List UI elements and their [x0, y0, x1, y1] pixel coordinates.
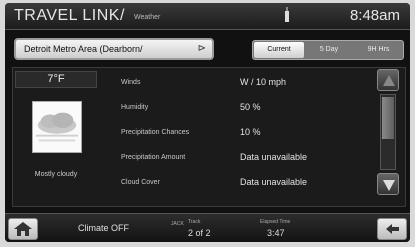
detail-value: 50 %: [240, 102, 261, 112]
track-label: Track: [188, 219, 201, 225]
clock: 8:48am: [349, 7, 400, 24]
detail-value: W / 10 mph: [240, 77, 287, 87]
track-value: 2 of 2: [188, 228, 211, 238]
temperature: 7°F: [15, 71, 97, 88]
elapsed-time-value: 3:47: [267, 228, 285, 238]
view-tabs: Current 5 Day 9H Hrs: [252, 40, 404, 60]
location-button[interactable]: Detroit Metro Area (Dearborn/ ⊳: [14, 38, 214, 60]
detail-label: Precipitation Amount: [121, 154, 186, 161]
travel-link-screen: TRAVEL LINK/ Weather 8:48am Detroit Metr…: [5, 3, 410, 242]
climate-status[interactable]: Climate OFF: [78, 223, 129, 233]
detail-label: Precipitation Chances: [121, 129, 190, 136]
detail-value: Data unavailable: [240, 152, 308, 162]
scroll-up-button[interactable]: [377, 69, 399, 91]
tab-current[interactable]: Current: [254, 42, 304, 58]
detail-label: Cloud Cover: [121, 179, 160, 186]
detail-value: Data unavailable: [240, 177, 308, 187]
home-icon: [14, 222, 32, 236]
arrow-up-icon: [383, 75, 395, 86]
detail-label: Winds: [121, 79, 141, 86]
bottom-bar: Climate OFF JACK Track 2 of 2 Elapsed Ti…: [5, 213, 410, 242]
top-bar: TRAVEL LINK/ Weather 8:48am: [5, 3, 410, 30]
phone-icon: [285, 7, 289, 22]
chevron-right-icon: ⊳: [197, 43, 206, 54]
cloud-icon: [32, 101, 82, 153]
detail-value: 10 %: [240, 127, 261, 137]
home-button[interactable]: [8, 218, 38, 240]
scrollbar-thumb[interactable]: [382, 97, 394, 139]
elapsed-time-label: Elapsed Time: [260, 219, 291, 225]
tab-hours[interactable]: 9H Hrs: [354, 42, 403, 58]
back-button[interactable]: [377, 218, 407, 240]
screen-subtitle: Weather: [134, 14, 161, 21]
screen-title: TRAVEL LINK/: [14, 7, 125, 24]
jack-label: JACK: [171, 221, 184, 227]
arrow-down-icon: [383, 180, 395, 191]
scrollbar-track[interactable]: [380, 94, 396, 170]
tab-5-day[interactable]: 5 Day: [305, 42, 353, 58]
weather-condition: Mostly cloudy: [34, 171, 78, 178]
back-arrow-icon: [386, 224, 399, 234]
detail-label: Humidity: [121, 104, 149, 111]
location-label: Detroit Metro Area (Dearborn/: [24, 44, 143, 54]
scroll-down-button[interactable]: [377, 173, 399, 195]
